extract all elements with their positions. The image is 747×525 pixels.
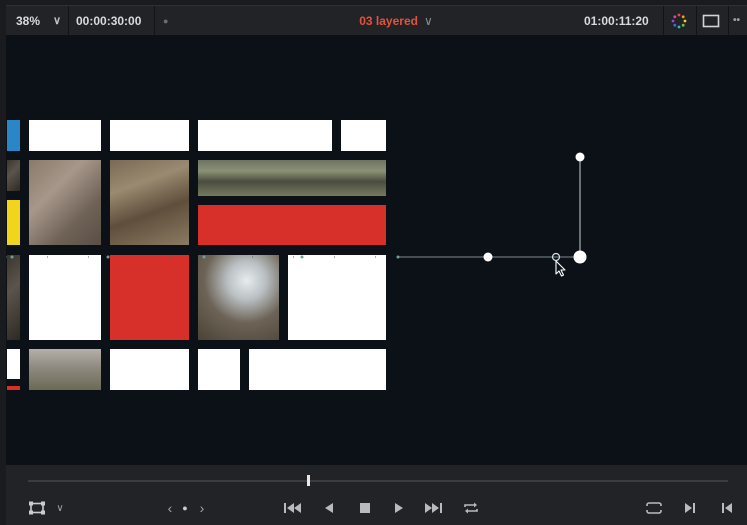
scrubber-playhead[interactable]: [306, 475, 310, 486]
jump-to-end-icon[interactable]: [422, 497, 444, 519]
mouse-cursor-icon: [555, 260, 566, 277]
play-reverse-icon[interactable]: [319, 497, 339, 519]
viewer-mode-icon[interactable]: [702, 6, 720, 35]
next-edit-icon[interactable]: [680, 497, 700, 519]
video-viewer[interactable]: [6, 35, 747, 465]
color-wheel-icon[interactable]: [670, 6, 688, 35]
more-options-icon[interactable]: ••: [733, 6, 740, 35]
center-dot-icon[interactable]: ●: [178, 497, 192, 519]
zoom-dropdown-caret[interactable]: ∨: [53, 6, 61, 35]
next-arrow-icon[interactable]: ›: [195, 497, 209, 519]
transform-path-overlay[interactable]: [6, 35, 747, 465]
timeline-dropdown-caret[interactable]: ∨: [424, 14, 433, 28]
keyframe-handle[interactable]: [483, 252, 493, 262]
play-icon[interactable]: [389, 497, 409, 519]
match-frame-icon[interactable]: [643, 497, 665, 519]
viewer-header: 38% ∨ 00:00:30:00 ● 03 layered ∨ 01:00:1…: [6, 5, 747, 35]
scrubber-track[interactable]: [28, 480, 728, 482]
anchor-point-handle[interactable]: [573, 250, 587, 264]
stop-icon[interactable]: [355, 497, 375, 519]
source-timecode[interactable]: 00:00:30:00: [76, 6, 141, 35]
loop-icon[interactable]: [460, 497, 482, 519]
timeline-title[interactable]: 03 layered ∨: [306, 6, 486, 35]
zoom-level[interactable]: 38%: [16, 6, 40, 35]
previous-arrow-icon[interactable]: ‹: [163, 497, 177, 519]
timeline-name[interactable]: 03 layered: [359, 14, 418, 28]
marker-dot: ●: [163, 15, 169, 26]
transport-bar: ∨ ‹ ● ›: [6, 465, 747, 525]
prev-edit-icon[interactable]: [717, 497, 737, 519]
keyframe-handle-top[interactable]: [575, 152, 585, 162]
jump-to-start-icon[interactable]: [282, 497, 304, 519]
overlay-dropdown-caret[interactable]: ∨: [53, 497, 67, 519]
record-timecode[interactable]: 01:00:11:20: [584, 6, 649, 35]
transform-overlay-icon[interactable]: [26, 497, 48, 519]
